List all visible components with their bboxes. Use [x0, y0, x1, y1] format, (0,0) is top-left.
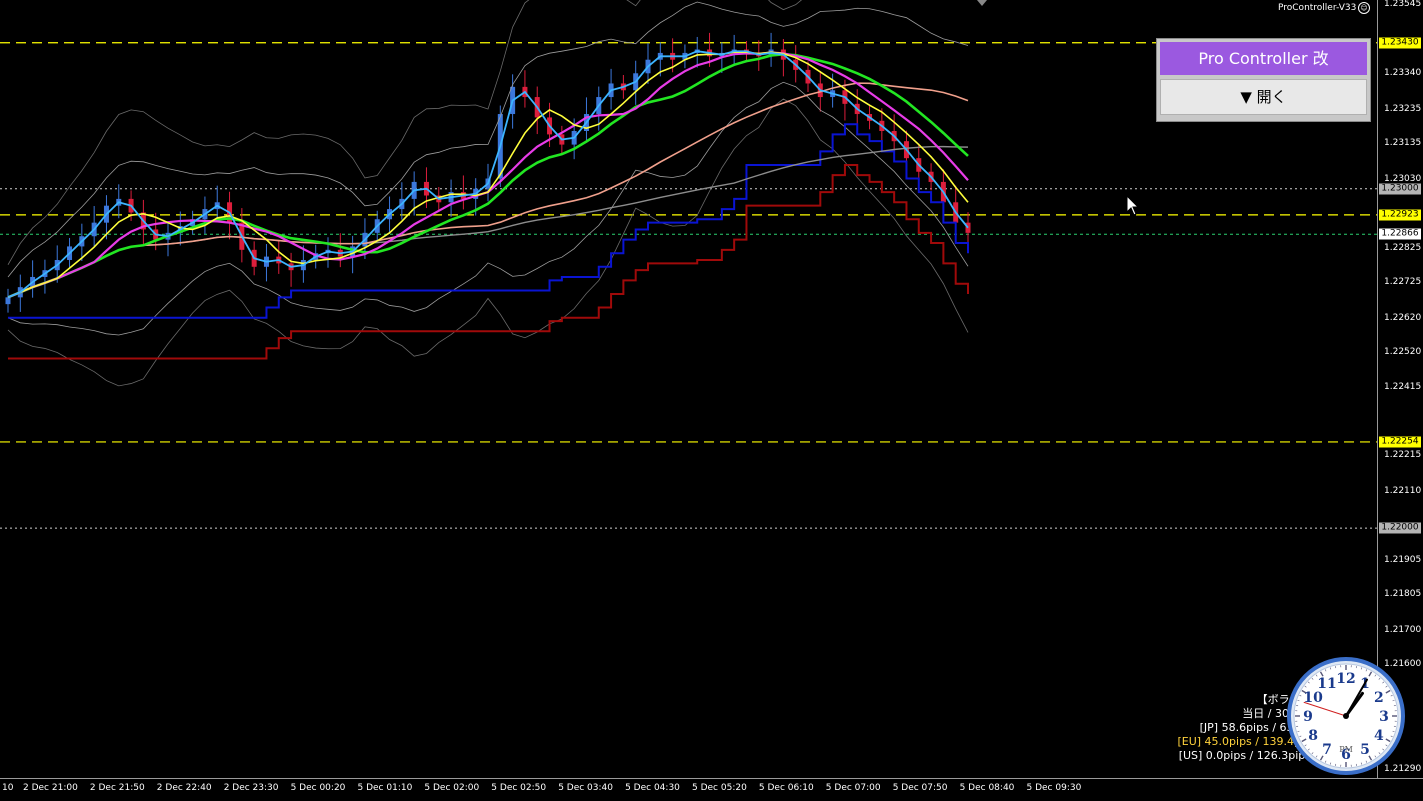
price-label: 1.22415 — [1384, 382, 1421, 392]
bollinger-lower — [8, 82, 968, 335]
price-label: 1.23030 — [1384, 174, 1421, 184]
clock-number: 2 — [1374, 690, 1384, 706]
blue-channel-line — [8, 124, 968, 318]
clock-number: 5 — [1360, 742, 1370, 758]
clock-number: 3 — [1379, 709, 1389, 725]
time-label: 5 Dec 05:20 — [692, 783, 747, 793]
time-label: 10 — [2, 783, 13, 793]
time-label: 2 Dec 21:00 — [23, 783, 78, 793]
time-axis[interactable]: 10 2 Dec 21:00 2 Dec 21:50 2 Dec 22:40 2 Dec… — [0, 778, 1423, 801]
open-button[interactable]: ▼ 開く — [1160, 79, 1367, 115]
smiley-icon: ☺ — [1358, 2, 1370, 14]
chart-shift-marker-icon[interactable] — [976, 0, 988, 8]
price-label: 1.22725 — [1384, 277, 1421, 287]
price-badge: 1.22254 — [1379, 436, 1421, 447]
clock-number: 12 — [1336, 671, 1355, 687]
price-badge: 1.22866 — [1379, 229, 1421, 240]
mouse-cursor-icon — [1126, 195, 1140, 217]
price-badge: 1.23000 — [1379, 183, 1421, 194]
time-label: 2 Dec 21:50 — [90, 783, 145, 793]
time-label: 5 Dec 04:30 — [625, 783, 680, 793]
analog-clock: 121234567891011PM — [1286, 656, 1406, 776]
pro-controller-panel: Pro Controller 改 ▼ 開く — [1156, 38, 1371, 122]
clock-ampm: PM — [1339, 745, 1353, 754]
time-label: 5 Dec 08:40 — [960, 783, 1015, 793]
time-label: 5 Dec 02:50 — [491, 783, 546, 793]
time-label: 5 Dec 09:30 — [1027, 783, 1082, 793]
price-label: 1.23235 — [1384, 104, 1421, 114]
clock-number: 9 — [1303, 709, 1313, 725]
panel-title[interactable]: Pro Controller 改 — [1160, 42, 1367, 75]
price-label: 1.22620 — [1384, 313, 1421, 323]
time-label: 5 Dec 00:20 — [291, 783, 346, 793]
price-label: 1.23340 — [1384, 68, 1421, 78]
price-label: 1.22520 — [1384, 347, 1421, 357]
time-label: 5 Dec 07:50 — [893, 783, 948, 793]
clock-center — [1343, 713, 1349, 719]
time-label: 5 Dec 02:00 — [424, 783, 479, 793]
price-label: 1.23545 — [1384, 0, 1421, 9]
price-label: 1.23135 — [1384, 138, 1421, 148]
time-label: 5 Dec 07:00 — [826, 783, 881, 793]
price-label: 1.21700 — [1384, 625, 1421, 635]
time-label: 2 Dec 22:40 — [157, 783, 212, 793]
indicator-name: ProController-V33 — [1278, 3, 1356, 13]
time-label: 2 Dec 23:30 — [224, 783, 279, 793]
price-badge: 1.22923 — [1379, 209, 1421, 220]
price-badge: 1.22000 — [1379, 523, 1421, 534]
time-label: 5 Dec 06:10 — [759, 783, 814, 793]
price-label: 1.22825 — [1384, 243, 1421, 253]
price-label: 1.21905 — [1384, 555, 1421, 565]
time-label: 5 Dec 01:10 — [358, 783, 413, 793]
candle-body — [6, 297, 11, 304]
clock-number: 8 — [1308, 728, 1318, 744]
clock-number: 4 — [1374, 728, 1384, 744]
clock-number: 7 — [1322, 742, 1332, 758]
clock-number: 11 — [1317, 676, 1336, 692]
time-label: 5 Dec 03:40 — [558, 783, 613, 793]
price-label: 1.22215 — [1384, 450, 1421, 460]
price-label: 1.21805 — [1384, 589, 1421, 599]
price-badge: 1.23430 — [1379, 37, 1421, 48]
price-label: 1.22110 — [1384, 486, 1421, 496]
